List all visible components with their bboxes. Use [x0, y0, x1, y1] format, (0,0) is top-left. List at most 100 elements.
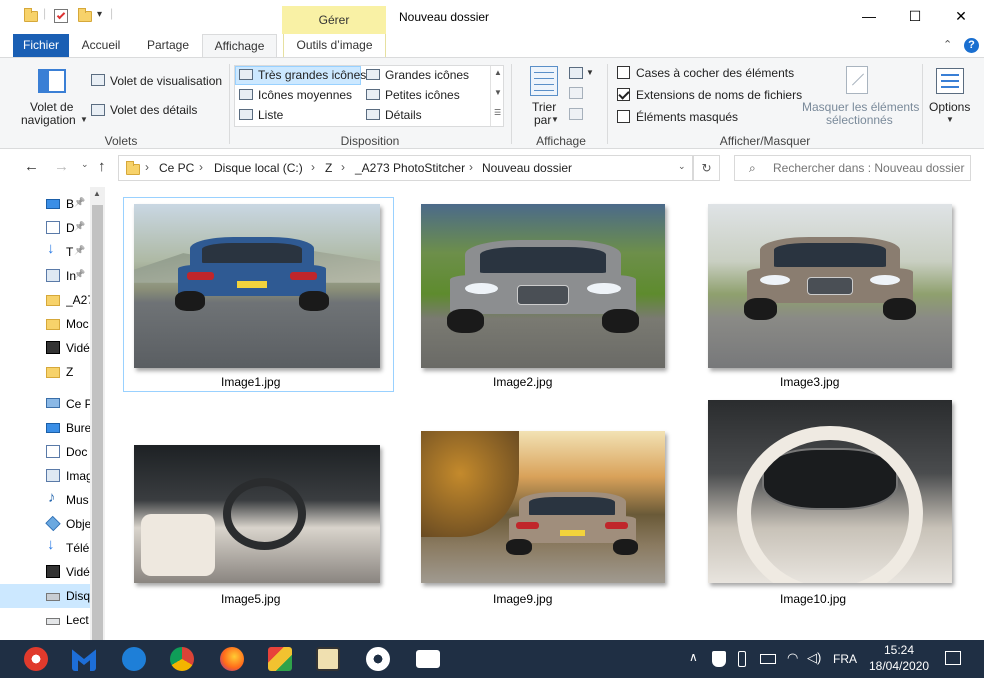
- file-name[interactable]: Image9.jpg: [493, 592, 552, 606]
- address-bar[interactable]: › Ce PC › Disque local (C:) › Z › _A273 …: [118, 155, 693, 181]
- back-icon[interactable]: ←: [24, 158, 39, 175]
- file-name[interactable]: Image2.jpg: [493, 375, 552, 389]
- sort-by-label-1[interactable]: Trier: [532, 100, 556, 114]
- hide-selected-label-2[interactable]: sélectionnés: [826, 113, 893, 127]
- clock-date[interactable]: 18/04/2020: [869, 659, 929, 673]
- add-columns-icon[interactable]: [569, 87, 583, 99]
- refresh-button[interactable]: ↻: [693, 155, 720, 181]
- breadcrumb-separator[interactable]: ›: [311, 160, 315, 174]
- breadcrumb-nouveau-dossier[interactable]: Nouveau dossier: [482, 161, 572, 175]
- firefox-icon[interactable]: [220, 647, 244, 671]
- nav-item[interactable]: Lect: [0, 608, 90, 632]
- breadcrumb-z[interactable]: Z: [325, 161, 332, 175]
- breadcrumb-disque-local[interactable]: Disque local (C:): [214, 161, 303, 175]
- search-input[interactable]: [773, 159, 965, 177]
- breadcrumb-separator[interactable]: ›: [199, 160, 203, 174]
- breadcrumb-separator[interactable]: ›: [145, 160, 149, 174]
- tab-outils-image[interactable]: Outils d’image: [283, 34, 386, 57]
- file-name[interactable]: Image1.jpg: [221, 375, 280, 389]
- settings-icon[interactable]: [366, 647, 390, 671]
- recent-locations-icon[interactable]: ⌄: [81, 159, 89, 170]
- tab-fichier[interactable]: Fichier: [13, 34, 69, 57]
- expand-gallery-icon[interactable]: ☰: [494, 108, 501, 117]
- file-thumbnail[interactable]: [134, 445, 380, 583]
- nav-item[interactable]: Ce PC: [0, 392, 90, 416]
- chevron-up-icon[interactable]: ▲: [494, 68, 502, 77]
- properties-icon[interactable]: [54, 9, 68, 23]
- display-icon[interactable]: [416, 650, 440, 668]
- search-box[interactable]: ⌕: [734, 155, 971, 181]
- help-icon[interactable]: ?: [964, 38, 979, 53]
- security-icon[interactable]: [712, 651, 726, 667]
- hide-selected-label-1[interactable]: Masquer les éléments: [802, 100, 919, 114]
- nav-item[interactable]: Doc: [0, 440, 90, 464]
- chevron-down-icon[interactable]: ▼: [494, 88, 502, 97]
- nav-scroll-thumb[interactable]: [92, 205, 103, 640]
- edge-icon[interactable]: [122, 647, 146, 671]
- photo-app-icon[interactable]: [268, 647, 292, 671]
- nav-item[interactable]: Obje: [0, 512, 90, 536]
- file-name[interactable]: Image10.jpg: [780, 592, 846, 606]
- file-extensions-label[interactable]: Extensions de noms de fichiers: [636, 88, 802, 102]
- customize-toolbar-icon[interactable]: ▾: [97, 9, 102, 20]
- chrome-icon[interactable]: [170, 647, 194, 671]
- layout-option-petites[interactable]: Petites icônes: [385, 88, 460, 102]
- nav-item[interactable]: Disq: [0, 584, 90, 608]
- nav-item[interactable]: _A27: [0, 288, 90, 312]
- file-thumbnail[interactable]: [421, 204, 665, 368]
- file-thumbnail[interactable]: [708, 400, 952, 583]
- battery-icon[interactable]: [760, 654, 776, 664]
- tab-affichage[interactable]: Affichage: [202, 34, 277, 58]
- clock-time[interactable]: 15:24: [884, 643, 914, 657]
- layout-option-details[interactable]: Détails: [385, 108, 422, 122]
- nav-scrollbar[interactable]: ▲: [90, 187, 105, 640]
- tab-partage[interactable]: Partage: [138, 34, 198, 57]
- chevron-down-icon[interactable]: ▼: [80, 115, 88, 124]
- photostitcher-icon[interactable]: [316, 647, 340, 671]
- tab-accueil[interactable]: Accueil: [74, 34, 128, 57]
- chevron-down-icon[interactable]: ▼: [551, 115, 559, 124]
- size-columns-icon[interactable]: [569, 108, 583, 120]
- breadcrumb-separator[interactable]: ›: [341, 160, 345, 174]
- layout-option-grandes[interactable]: Grandes icônes: [385, 68, 469, 82]
- nav-item[interactable]: ↓ Télé: [0, 536, 90, 560]
- file-extensions-checkbox[interactable]: [617, 88, 630, 101]
- language-indicator[interactable]: FRA: [833, 652, 857, 666]
- hidden-items-label[interactable]: Éléments masqués: [636, 110, 738, 124]
- nav-item[interactable]: Moc: [0, 312, 90, 336]
- sort-by-label-2[interactable]: par: [534, 113, 551, 127]
- usb-icon[interactable]: [738, 651, 746, 667]
- nav-item[interactable]: Bure: [0, 416, 90, 440]
- nav-item[interactable]: B 📌: [0, 192, 90, 216]
- nav-pane-label-1[interactable]: Volet de: [30, 100, 73, 114]
- forward-icon[interactable]: →: [54, 158, 69, 175]
- breadcrumb-ce-pc[interactable]: Ce PC: [159, 161, 194, 175]
- item-checkboxes-checkbox[interactable]: [617, 66, 630, 79]
- new-folder-icon[interactable]: [78, 8, 92, 22]
- nav-item[interactable]: Z: [0, 360, 90, 384]
- layout-option-tres-grandes[interactable]: Très grandes icônes: [258, 68, 366, 82]
- up-icon[interactable]: ↑: [98, 158, 106, 175]
- layout-option-liste[interactable]: Liste: [258, 108, 283, 122]
- chevron-down-icon[interactable]: ▼: [586, 68, 594, 77]
- chevron-up-icon[interactable]: ∧: [689, 650, 698, 664]
- file-thumbnail[interactable]: [421, 431, 665, 583]
- nav-item[interactable]: Vidé: [0, 336, 90, 360]
- breadcrumb-photostitcher[interactable]: _A273 PhotoStitcher: [355, 161, 465, 175]
- hidden-items-checkbox[interactable]: [617, 110, 630, 123]
- wifi-icon[interactable]: ◠: [787, 650, 798, 666]
- breadcrumb-separator[interactable]: ›: [469, 160, 473, 174]
- close-button[interactable]: ✕: [938, 0, 984, 34]
- group-by-icon[interactable]: [569, 67, 583, 79]
- malwarebytes-icon[interactable]: [72, 649, 96, 671]
- preview-pane-button[interactable]: Volet de visualisation: [110, 74, 222, 88]
- nav-item[interactable]: ↓ T 📌: [0, 240, 90, 264]
- file-name[interactable]: Image5.jpg: [221, 592, 280, 606]
- nav-item[interactable]: ♪ Mus: [0, 488, 90, 512]
- item-checkboxes-label[interactable]: Cases à cocher des éléments: [636, 66, 794, 80]
- nav-item[interactable]: Imag: [0, 464, 90, 488]
- nav-pane-label-2[interactable]: navigation: [21, 113, 76, 127]
- file-thumbnail[interactable]: [708, 204, 952, 368]
- collapse-ribbon-icon[interactable]: ⌃: [943, 38, 952, 51]
- address-history-icon[interactable]: ⌄: [678, 161, 686, 172]
